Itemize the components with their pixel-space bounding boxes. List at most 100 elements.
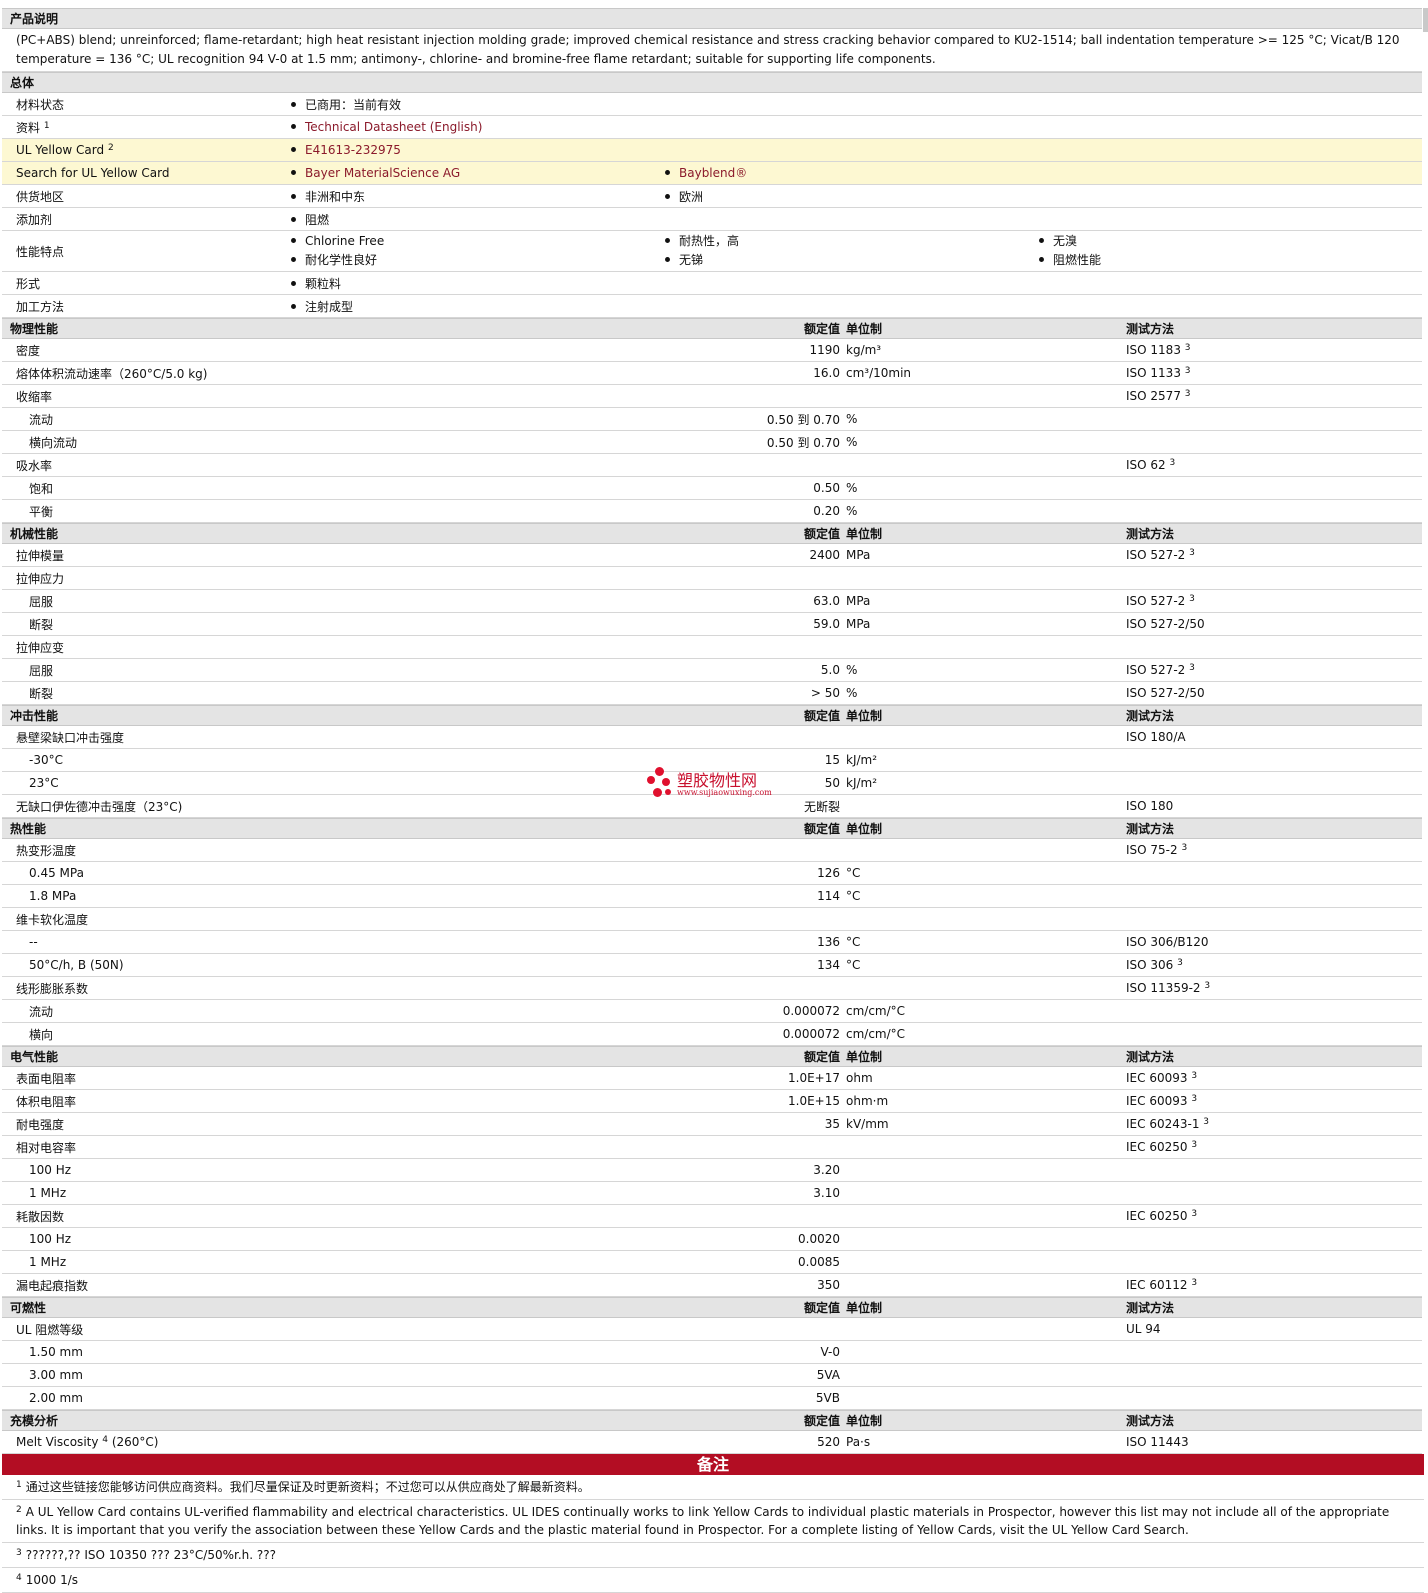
property-unit <box>846 976 1126 1000</box>
section-title: 热性能 <box>2 818 652 839</box>
property-value <box>652 384 846 408</box>
bullet-icon <box>291 257 296 262</box>
property-value: 16.0 <box>652 361 846 385</box>
section-header-row: 物理性能 额定值 单位制 测试方法 <box>2 318 1422 339</box>
footnote-ref: 1 <box>43 120 50 131</box>
property-unit: kJ/m² <box>846 748 1126 772</box>
general-value-cell <box>652 271 1026 295</box>
property-unit: MPa <box>846 612 1126 636</box>
property-label: 表面电阻率 <box>2 1066 652 1090</box>
general-heading: 总体 <box>2 72 1423 93</box>
property-value <box>652 1135 846 1159</box>
property-unit <box>846 453 1126 477</box>
property-value: 5VA <box>652 1363 846 1387</box>
property-value: 0.000072 <box>652 1022 846 1046</box>
property-test-method <box>1126 1250 1422 1274</box>
property-row: 悬壁梁缺口冲击强度 ISO 180/A <box>2 725 1422 749</box>
bullet-icon <box>665 238 670 243</box>
general-value-link[interactable]: Technical Datasheet (English) <box>305 120 482 134</box>
property-value: 5VB <box>652 1386 846 1410</box>
property-row: 收缩率 ISO 2577 3 <box>2 384 1422 408</box>
general-value-item: E41613-232975 <box>290 143 652 157</box>
property-label-text: 饱和 <box>29 481 54 496</box>
general-value-link[interactable]: E41613-232975 <box>305 143 401 157</box>
col-header-test: 测试方法 <box>1126 1410 1422 1431</box>
section-title: 物理性能 <box>2 318 652 339</box>
general-value-text: 颗粒料 <box>305 276 342 291</box>
property-unit <box>846 1386 1126 1410</box>
property-test-method: IEC 60093 3 <box>1126 1066 1422 1090</box>
property-value: V-0 <box>652 1340 846 1364</box>
col-header-unit: 单位制 <box>846 318 1126 339</box>
property-row: 拉伸应力 <box>2 566 1422 590</box>
property-test-method: ISO 1183 3 <box>1126 338 1422 362</box>
col-header-value: 额定值 <box>652 318 846 339</box>
property-row: 耗散因数 IEC 60250 3 <box>2 1204 1422 1228</box>
general-value-link[interactable]: Bayblend® <box>679 166 747 180</box>
property-test-method <box>1126 430 1422 454</box>
property-section-table: 机械性能 额定值 单位制 测试方法 拉伸模量 2400 MPa ISO 527-2 3 拉伸应力… <box>2 523 1422 705</box>
general-row: 加工方法 注射成型 <box>2 294 1423 318</box>
property-unit <box>846 1363 1126 1387</box>
property-row: -- 136 °C ISO 306/B120 <box>2 930 1422 954</box>
property-row: 流动 0.000072 cm/cm/°C <box>2 999 1422 1023</box>
property-test-method <box>1126 861 1422 885</box>
general-value-text: 阻燃性能 <box>1053 253 1102 267</box>
property-value: 0.0020 <box>652 1227 846 1251</box>
property-label: 0.45 MPa <box>2 861 652 885</box>
property-label: UL 阻燃等级 <box>2 1317 652 1341</box>
property-value: 134 <box>652 953 846 977</box>
property-value: 114 <box>652 884 846 908</box>
test-method-text: ISO 306 <box>1126 958 1174 972</box>
property-unit: % <box>846 430 1126 454</box>
test-method-text: IEC 60250 <box>1126 1209 1188 1223</box>
property-row: 流动 0.50 到 0.70% <box>2 407 1422 431</box>
property-sections: 物理性能 额定值 单位制 测试方法 密度 1190 kg/m³ ISO 1183 3 熔体体积流… <box>2 318 1424 1454</box>
property-test-method <box>1126 1227 1422 1251</box>
property-label: 漏电起痕指数 <box>2 1273 652 1297</box>
note-item: 3??????,?? ISO 10350 ??? 23°C/50%r.h. ??… <box>2 1543 1424 1568</box>
note-item: 1 通过这些链接您能够访问供应商资料。我们尽量保证及时更新资料；不过您可以从供应商… <box>2 1475 1424 1500</box>
property-value <box>652 1317 846 1341</box>
general-value-link[interactable]: Bayer MaterialScience AG <box>305 166 460 180</box>
property-row: 断裂 59.0 MPa ISO 527-2/50 <box>2 612 1422 636</box>
description-heading: 产品说明 <box>2 8 1422 29</box>
general-value-text: Chlorine Free <box>305 234 385 248</box>
test-method-text: IEC 60112 <box>1126 1278 1188 1292</box>
general-value-cell <box>1026 294 1423 318</box>
property-row: UL 阻燃等级 UL 94 <box>2 1317 1422 1341</box>
property-value <box>652 907 846 931</box>
property-unit: ohm <box>846 1066 1126 1090</box>
property-unit: MPa <box>846 589 1126 613</box>
property-label-text: 2.00 mm <box>29 1391 83 1405</box>
general-value-cell <box>652 138 1026 162</box>
property-row: 50°C/h, B (50N) 134 °C ISO 306 3 <box>2 953 1422 977</box>
watermark-logo: 塑胶物性网 www.sujiaowuxing.com <box>647 767 787 801</box>
note-number: 1 <box>16 1480 22 1490</box>
general-value-item: 非洲和中东 <box>290 188 652 205</box>
property-unit: % <box>846 476 1126 500</box>
general-value-item: 颗粒料 <box>290 275 652 292</box>
property-row: 2.00 mm 5VB <box>2 1386 1422 1410</box>
property-unit: % <box>846 407 1126 431</box>
property-unit <box>846 1227 1126 1251</box>
property-row: 维卡软化温度 <box>2 907 1422 931</box>
property-label-text: 线形膨胀系数 <box>16 981 89 996</box>
property-label: 100 Hz <box>2 1158 652 1182</box>
property-label: 热变形温度 <box>2 838 652 862</box>
notes-heading: 备注 <box>2 1454 1424 1475</box>
test-method-text: IEC 60093 <box>1126 1071 1188 1085</box>
property-value <box>652 838 846 862</box>
property-unit: ohm·m <box>846 1089 1126 1113</box>
general-value-cell: Chlorine Free 耐化学性良好 <box>278 230 652 272</box>
property-label-text: 热变形温度 <box>16 843 77 858</box>
general-value-item: 已商用：当前有效 <box>290 96 652 113</box>
property-value: 126 <box>652 861 846 885</box>
scrollbar-track[interactable] <box>1423 8 1428 32</box>
property-label-text: 3.00 mm <box>29 1368 83 1382</box>
col-header-value: 额定值 <box>652 523 846 544</box>
test-method-text: ISO 11359-2 <box>1126 981 1201 995</box>
note-number: 2 <box>16 1505 22 1515</box>
property-value: 2400 <box>652 543 846 567</box>
property-label-text: 密度 <box>16 343 41 358</box>
